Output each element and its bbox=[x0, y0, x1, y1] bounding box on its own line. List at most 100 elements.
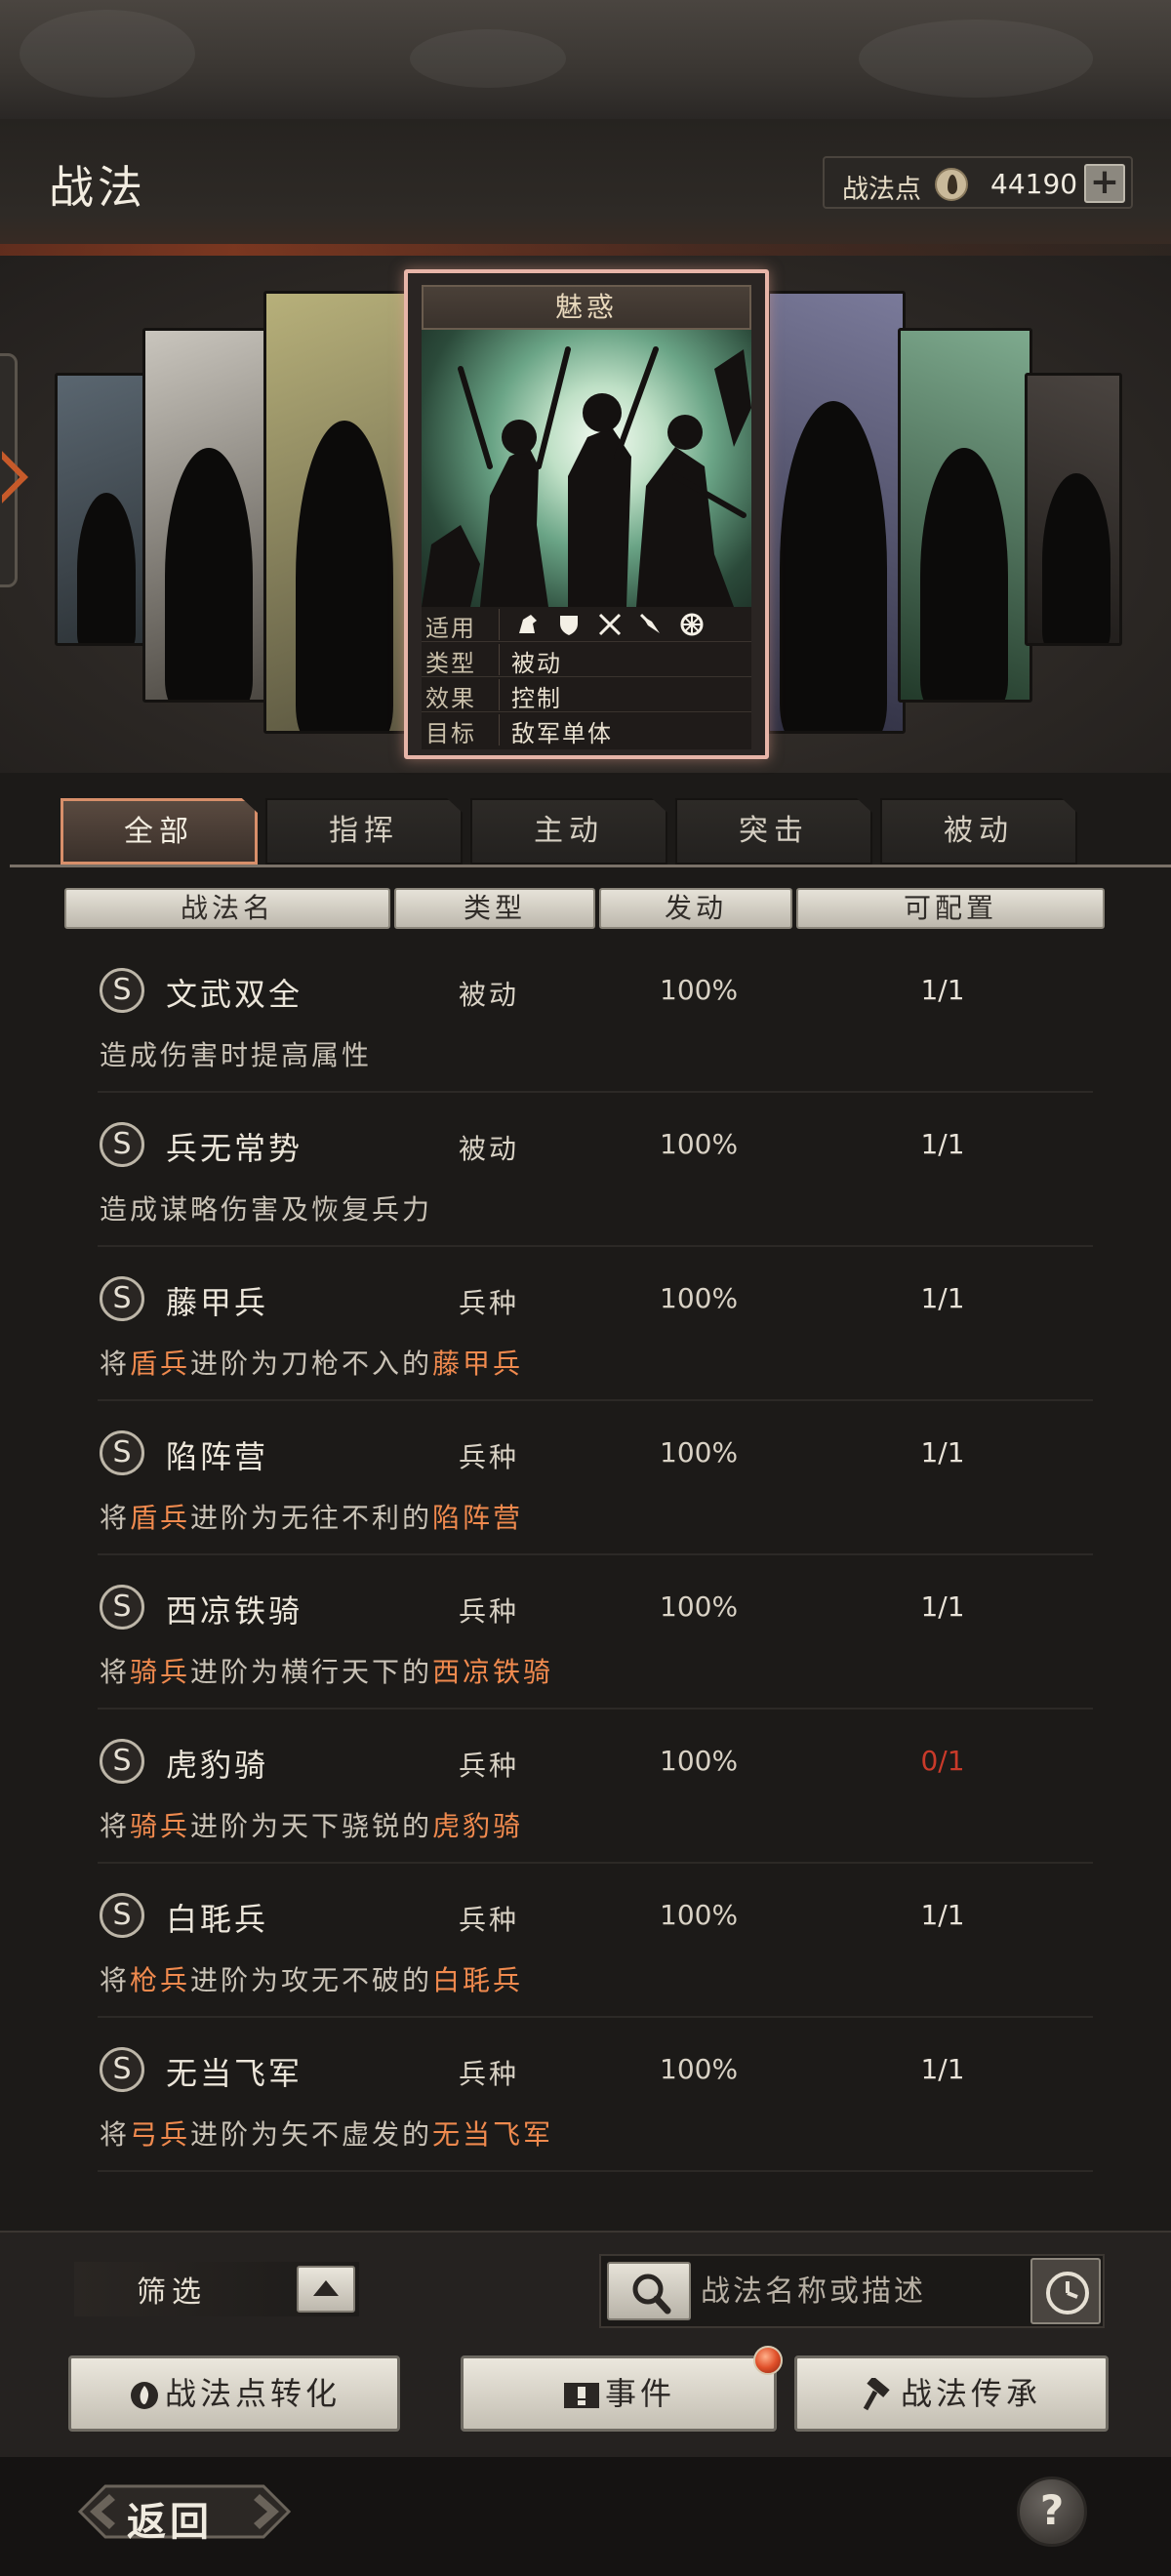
tactic-slots: 1/1 bbox=[920, 1128, 965, 1160]
info-key: 目标 bbox=[425, 714, 500, 747]
description-text: 造成伤害时提高属性 bbox=[100, 1039, 373, 1071]
rank-badge-s: S bbox=[100, 1585, 144, 1630]
rank-badge-s: S bbox=[100, 1276, 144, 1321]
tactic-description: 将盾兵进阶为刀枪不入的藤甲兵 bbox=[100, 1343, 523, 1382]
tactic-description: 将骑兵进阶为天下骁锐的虎豹骑 bbox=[100, 1805, 523, 1844]
column-header-name[interactable]: 战法名 bbox=[64, 888, 390, 929]
carousel-card[interactable] bbox=[142, 328, 279, 703]
tab-assault[interactable]: 突击 bbox=[675, 798, 872, 865]
convert-points-label: 战法点转化 bbox=[164, 2375, 341, 2412]
tactic-trigger-rate: 100% bbox=[660, 1436, 739, 1469]
tactic-list[interactable]: S 文武双全 被动 100% 1/1 造成伤害时提高属性 S 兵无常势 被动 100% 1/1 造成谋… bbox=[0, 946, 1171, 2231]
tactic-description: 将弓兵进阶为矢不虚发的无当飞军 bbox=[100, 2113, 553, 2153]
tactic-trigger-rate: 100% bbox=[660, 1128, 739, 1160]
description-text: 将 bbox=[100, 1656, 131, 1688]
tactic-name: 虎豹骑 bbox=[166, 1747, 269, 1784]
tab-command[interactable]: 指挥 bbox=[265, 798, 463, 865]
tactic-row[interactable]: S 无当飞军 兵种 100% 1/1 将弓兵进阶为矢不虚发的无当飞军 bbox=[10, 2026, 1093, 2172]
tactic-points-icon bbox=[130, 2382, 158, 2409]
page-title: 战法 bbox=[49, 161, 146, 214]
carousel-prev-card[interactable] bbox=[0, 353, 18, 587]
tactic-description: 将枪兵进阶为攻无不破的白毦兵 bbox=[100, 1959, 523, 1998]
carousel-card[interactable] bbox=[898, 328, 1032, 703]
convert-points-button[interactable]: 战法点转化 bbox=[68, 2355, 400, 2432]
tactic-name: 兵无常势 bbox=[166, 1130, 303, 1167]
tactic-inherit-button[interactable]: 战法传承 bbox=[794, 2355, 1109, 2432]
filter-label[interactable]: 筛选 bbox=[74, 2268, 269, 2311]
tactic-trigger-rate: 100% bbox=[660, 1282, 739, 1314]
column-header-slots[interactable]: 可配置 bbox=[796, 888, 1105, 929]
info-row-type: 类型 被动 bbox=[422, 642, 751, 677]
highlight-text: 盾兵 bbox=[130, 1348, 191, 1380]
description-text: 进阶为刀枪不入的 bbox=[190, 1348, 433, 1380]
hammer-icon bbox=[863, 2378, 890, 2411]
tactic-row[interactable]: S 虎豹骑 兵种 100% 0/1 将骑兵进阶为天下骁锐的虎豹骑 bbox=[10, 1717, 1093, 1864]
highlight-text: 西凉铁骑 bbox=[432, 1656, 554, 1688]
column-header-type[interactable]: 类型 bbox=[394, 888, 595, 929]
featured-card-artwork bbox=[422, 330, 751, 607]
info-value: 被动 bbox=[511, 650, 562, 677]
tabs-divider bbox=[10, 865, 1171, 867]
back-label[interactable]: 返回 bbox=[127, 2490, 213, 2547]
featured-card-title: 魅惑 bbox=[422, 285, 751, 330]
tactic-row[interactable]: S 白毦兵 兵种 100% 1/1 将枪兵进阶为攻无不破的白毦兵 bbox=[10, 1872, 1093, 2018]
featured-tactic-card[interactable]: 魅惑 适用 类型 被动 效果 控制 目标 敌军单体 bbox=[404, 269, 769, 759]
highlight-text: 陷阵营 bbox=[432, 1502, 524, 1534]
tactic-row[interactable]: S 文武双全 被动 100% 1/1 造成伤害时提高属性 bbox=[10, 946, 1093, 1093]
description-text: 将 bbox=[100, 1348, 131, 1380]
info-value: 控制 bbox=[511, 685, 562, 712]
tactic-row[interactable]: S 兵无常势 被动 100% 1/1 造成谋略伤害及恢复兵力 bbox=[10, 1101, 1093, 1247]
tactic-row[interactable]: S 陷阵营 兵种 100% 1/1 将盾兵进阶为无往不利的陷阵营 bbox=[10, 1409, 1093, 1555]
history-button[interactable] bbox=[1030, 2258, 1101, 2324]
tactic-name: 西凉铁骑 bbox=[166, 1592, 303, 1630]
tactic-type: 被动 bbox=[459, 1133, 520, 1165]
carousel-card[interactable] bbox=[55, 373, 152, 646]
featured-card-info: 适用 类型 被动 效果 控制 目标 敌军单体 bbox=[422, 607, 751, 749]
search-input[interactable] bbox=[701, 2266, 1023, 2316]
tab-all[interactable]: 全部 bbox=[61, 798, 258, 865]
tactic-slots: 1/1 bbox=[920, 1282, 965, 1314]
highlight-text: 虎豹骑 bbox=[432, 1810, 524, 1842]
event-button[interactable]: 事件 bbox=[461, 2355, 777, 2432]
tactic-trigger-rate: 100% bbox=[660, 974, 739, 1006]
tactic-type: 兵种 bbox=[459, 1904, 520, 1936]
column-header-rate[interactable]: 发动 bbox=[599, 888, 792, 929]
tab-passive[interactable]: 被动 bbox=[880, 798, 1077, 865]
tactic-type: 兵种 bbox=[459, 2058, 520, 2090]
tactic-slots: 1/1 bbox=[920, 2053, 965, 2085]
help-button[interactable]: ? bbox=[1017, 2476, 1087, 2547]
tab-active[interactable]: 主动 bbox=[470, 798, 667, 865]
highlight-text: 骑兵 bbox=[130, 1810, 191, 1842]
add-points-button[interactable]: + bbox=[1084, 164, 1125, 203]
filter-toggle-button[interactable] bbox=[297, 2266, 355, 2313]
event-icon bbox=[563, 2383, 599, 2408]
spear-crossed-icon bbox=[597, 612, 623, 637]
tactic-row[interactable]: S 西凉铁骑 兵种 100% 1/1 将骑兵进阶为横行天下的西凉铁骑 bbox=[10, 1563, 1093, 1710]
tactic-trigger-rate: 100% bbox=[660, 1590, 739, 1623]
info-row-applicable: 适用 bbox=[422, 607, 751, 642]
tactic-trigger-rate: 100% bbox=[660, 2053, 739, 2085]
carousel-card[interactable] bbox=[1025, 373, 1122, 646]
tactic-row[interactable]: S 藤甲兵 兵种 100% 1/1 将盾兵进阶为刀枪不入的藤甲兵 bbox=[10, 1255, 1093, 1401]
info-key: 适用 bbox=[425, 609, 500, 642]
carousel-card[interactable] bbox=[263, 291, 410, 734]
highlight-text: 无当飞军 bbox=[432, 2118, 554, 2151]
description-text: 进阶为矢不虚发的 bbox=[190, 2118, 433, 2151]
tactic-points-value: 44190 bbox=[990, 168, 1078, 200]
highlight-text: 枪兵 bbox=[130, 1964, 191, 1996]
bow-icon bbox=[638, 612, 664, 637]
tactic-type: 兵种 bbox=[459, 1441, 520, 1473]
description-text: 进阶为攻无不破的 bbox=[190, 1964, 433, 1996]
description-text: 进阶为天下骁锐的 bbox=[190, 1810, 433, 1842]
tactic-name: 白毦兵 bbox=[166, 1901, 269, 1938]
tactic-inherit-label: 战法传承 bbox=[900, 2375, 1041, 2412]
tactic-slots: 0/1 bbox=[920, 1745, 965, 1777]
search-icon[interactable] bbox=[607, 2262, 691, 2320]
info-row-effect: 效果 控制 bbox=[422, 677, 751, 712]
rank-badge-s: S bbox=[100, 1430, 144, 1475]
tactic-trigger-rate: 100% bbox=[660, 1745, 739, 1777]
tactic-type: 兵种 bbox=[459, 1750, 520, 1782]
carousel-card[interactable] bbox=[767, 291, 906, 734]
highlight-text: 骑兵 bbox=[130, 1656, 191, 1688]
tactic-description: 造成谋略伤害及恢复兵力 bbox=[100, 1188, 432, 1228]
